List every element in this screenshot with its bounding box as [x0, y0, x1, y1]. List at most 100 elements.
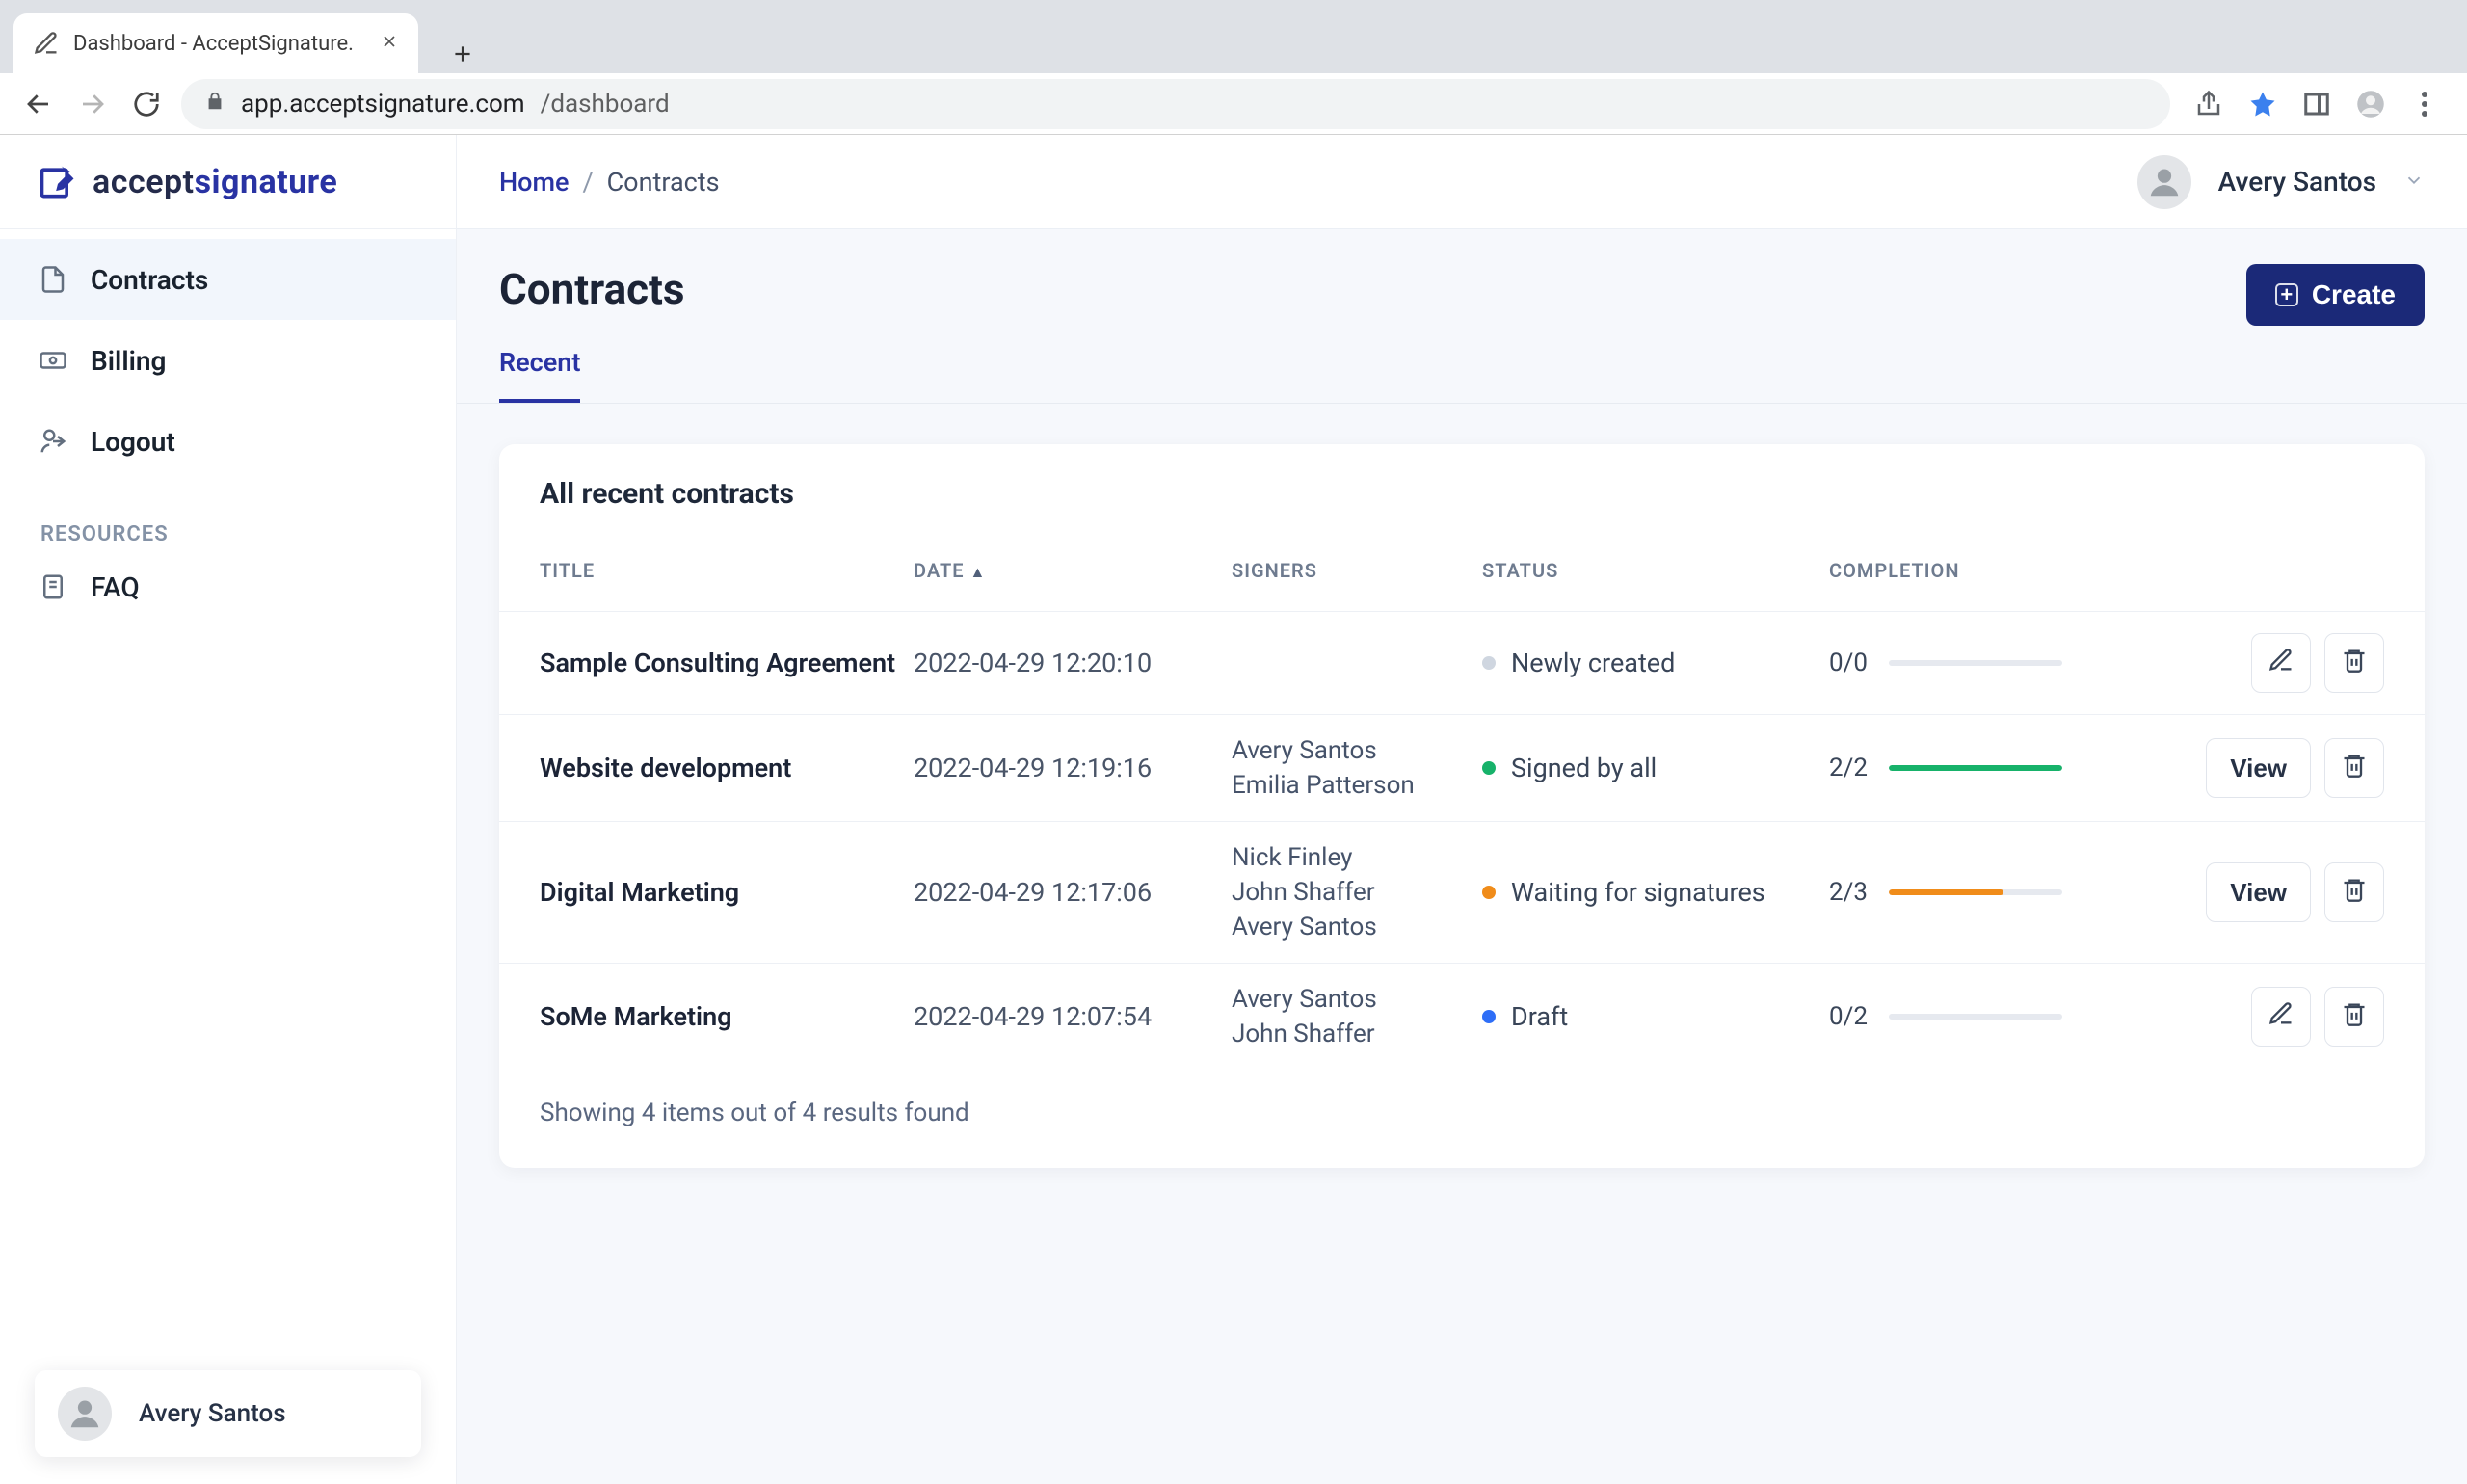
sidebar-item-label: FAQ — [91, 571, 140, 603]
bookmark-star-icon[interactable] — [2236, 77, 2290, 131]
breadcrumb-home[interactable]: Home — [499, 167, 569, 198]
table-footer: Showing 4 items out of 4 results found — [499, 1070, 2425, 1164]
brand-text-2: signature — [195, 163, 338, 201]
sidebar-user-card[interactable]: Avery Santos — [35, 1370, 421, 1457]
cell-completion: 2/3 — [1829, 822, 2147, 964]
completion-fraction: 0/2 — [1829, 1002, 1868, 1031]
document-icon — [39, 265, 67, 294]
trash-icon — [2341, 647, 2368, 680]
topbar-user[interactable]: Avery Santos — [2137, 155, 2425, 209]
delete-button[interactable] — [2324, 738, 2384, 798]
browser-tab-title: Dashboard - AcceptSignature. — [73, 32, 366, 56]
view-button[interactable]: View — [2206, 738, 2311, 798]
cell-signers: Avery SantosJohn Shaffer — [1232, 964, 1482, 1071]
cell-status: Waiting for signatures — [1482, 822, 1829, 964]
breadcrumb: Home / Contracts — [499, 167, 720, 198]
favicon-icon — [33, 30, 60, 57]
cell-signers: Nick FinleyJohn ShafferAvery Santos — [1232, 822, 1482, 964]
sidebar-user-name: Avery Santos — [139, 1399, 286, 1428]
lock-icon — [204, 90, 225, 119]
contracts-card: All recent contracts TITLE DATE▲ SIGNERS… — [499, 444, 2425, 1168]
table-row: Website development 2022-04-29 12:19:16 … — [499, 715, 2425, 822]
delete-button[interactable] — [2324, 987, 2384, 1047]
sidebar-item-billing[interactable]: Billing — [0, 320, 456, 401]
col-signers[interactable]: SIGNERS — [1232, 530, 1482, 612]
create-button-label: Create — [2312, 279, 2396, 310]
sidebar: acceptsignature Contracts Billing Logout — [0, 135, 457, 1484]
cell-title: Sample Consulting Agreement — [499, 612, 914, 715]
browser-tab[interactable]: Dashboard - AcceptSignature. — [13, 13, 418, 73]
table-row: Digital Marketing 2022-04-29 12:17:06 Ni… — [499, 822, 2425, 964]
col-date[interactable]: DATE▲ — [914, 530, 1232, 612]
faq-icon — [39, 572, 67, 601]
trash-icon — [2341, 876, 2368, 910]
status-label: Draft — [1511, 1001, 1568, 1032]
cell-date: 2022-04-29 12:17:06 — [914, 822, 1232, 964]
completion-fraction: 0/0 — [1829, 649, 1868, 677]
brand-text-1: accept — [93, 163, 195, 201]
avatar — [2137, 155, 2191, 209]
brand-logo[interactable]: acceptsignature — [0, 135, 456, 229]
page-title: Contracts — [499, 264, 685, 314]
url-host: app.acceptsignature.com — [241, 90, 525, 119]
sidebar-item-contracts[interactable]: Contracts — [0, 239, 456, 320]
cell-title: Website development — [499, 715, 914, 822]
reload-button[interactable] — [119, 77, 173, 131]
breadcrumb-separator: / — [582, 167, 593, 198]
col-title[interactable]: TITLE — [499, 530, 914, 612]
progress-fill — [1889, 765, 2062, 771]
new-tab-button[interactable] — [443, 35, 482, 73]
create-button[interactable]: + Create — [2246, 264, 2425, 326]
signer-name: Avery Santos — [1232, 985, 1482, 1014]
cell-completion: 0/2 — [1829, 964, 2147, 1071]
profile-icon[interactable] — [2344, 77, 2398, 131]
cell-signers — [1232, 612, 1482, 715]
status-label: Signed by all — [1511, 753, 1657, 783]
omnibar: app.acceptsignature.com/dashboard — [0, 73, 2467, 135]
cell-date: 2022-04-29 12:07:54 — [914, 964, 1232, 1071]
cell-actions — [2147, 612, 2425, 715]
sidebar-item-label: Contracts — [91, 264, 208, 296]
table-row: Sample Consulting Agreement 2022-04-29 1… — [499, 612, 2425, 715]
completion-fraction: 2/2 — [1829, 754, 1868, 782]
signer-name: Avery Santos — [1232, 736, 1482, 765]
completion-fraction: 2/3 — [1829, 878, 1868, 907]
cell-date: 2022-04-29 12:19:16 — [914, 715, 1232, 822]
share-icon[interactable] — [2182, 77, 2236, 131]
signer-name: Nick Finley — [1232, 843, 1482, 872]
cell-actions: View — [2147, 822, 2425, 964]
col-status[interactable]: STATUS — [1482, 530, 1829, 612]
progress-bar — [1889, 889, 2062, 895]
delete-button[interactable] — [2324, 862, 2384, 922]
signer-name: Emilia Patterson — [1232, 771, 1482, 800]
signer-name: John Shaffer — [1232, 878, 1482, 907]
address-bar[interactable]: app.acceptsignature.com/dashboard — [181, 79, 2170, 129]
sidebar-item-faq[interactable]: FAQ — [0, 546, 456, 627]
delete-button[interactable] — [2324, 633, 2384, 693]
col-completion[interactable]: COMPLETION — [1829, 530, 2147, 612]
card-title: All recent contracts — [499, 444, 2425, 530]
chevron-down-icon — [2403, 170, 2425, 195]
close-tab-icon[interactable] — [380, 29, 399, 58]
kebab-menu-icon[interactable] — [2398, 77, 2452, 131]
sidebar-item-logout[interactable]: Logout — [0, 401, 456, 482]
contracts-table: TITLE DATE▲ SIGNERS STATUS COMPLETION Sa… — [499, 530, 2425, 1070]
browser-chrome: Dashboard - AcceptSignature. app.accepts… — [0, 0, 2467, 135]
cell-signers: Avery Santos Emilia Patterson — [1232, 715, 1482, 822]
edit-button[interactable] — [2251, 633, 2311, 693]
sidebar-item-label: Logout — [91, 426, 175, 458]
table-row: SoMe Marketing 2022-04-29 12:07:54 Avery… — [499, 964, 2425, 1071]
cell-actions — [2147, 964, 2425, 1071]
cell-status: Newly created — [1482, 612, 1829, 715]
panel-icon[interactable] — [2290, 77, 2344, 131]
status-dot-icon — [1482, 656, 1496, 670]
sort-asc-icon: ▲ — [970, 563, 987, 581]
tab-recent[interactable]: Recent — [499, 347, 580, 403]
pencil-icon — [2268, 1000, 2295, 1034]
avatar — [58, 1387, 112, 1441]
view-button[interactable]: View — [2206, 862, 2311, 922]
back-button[interactable] — [12, 77, 66, 131]
url-path: /dashboard — [541, 90, 670, 119]
edit-button[interactable] — [2251, 987, 2311, 1047]
forward-button[interactable] — [66, 77, 119, 131]
